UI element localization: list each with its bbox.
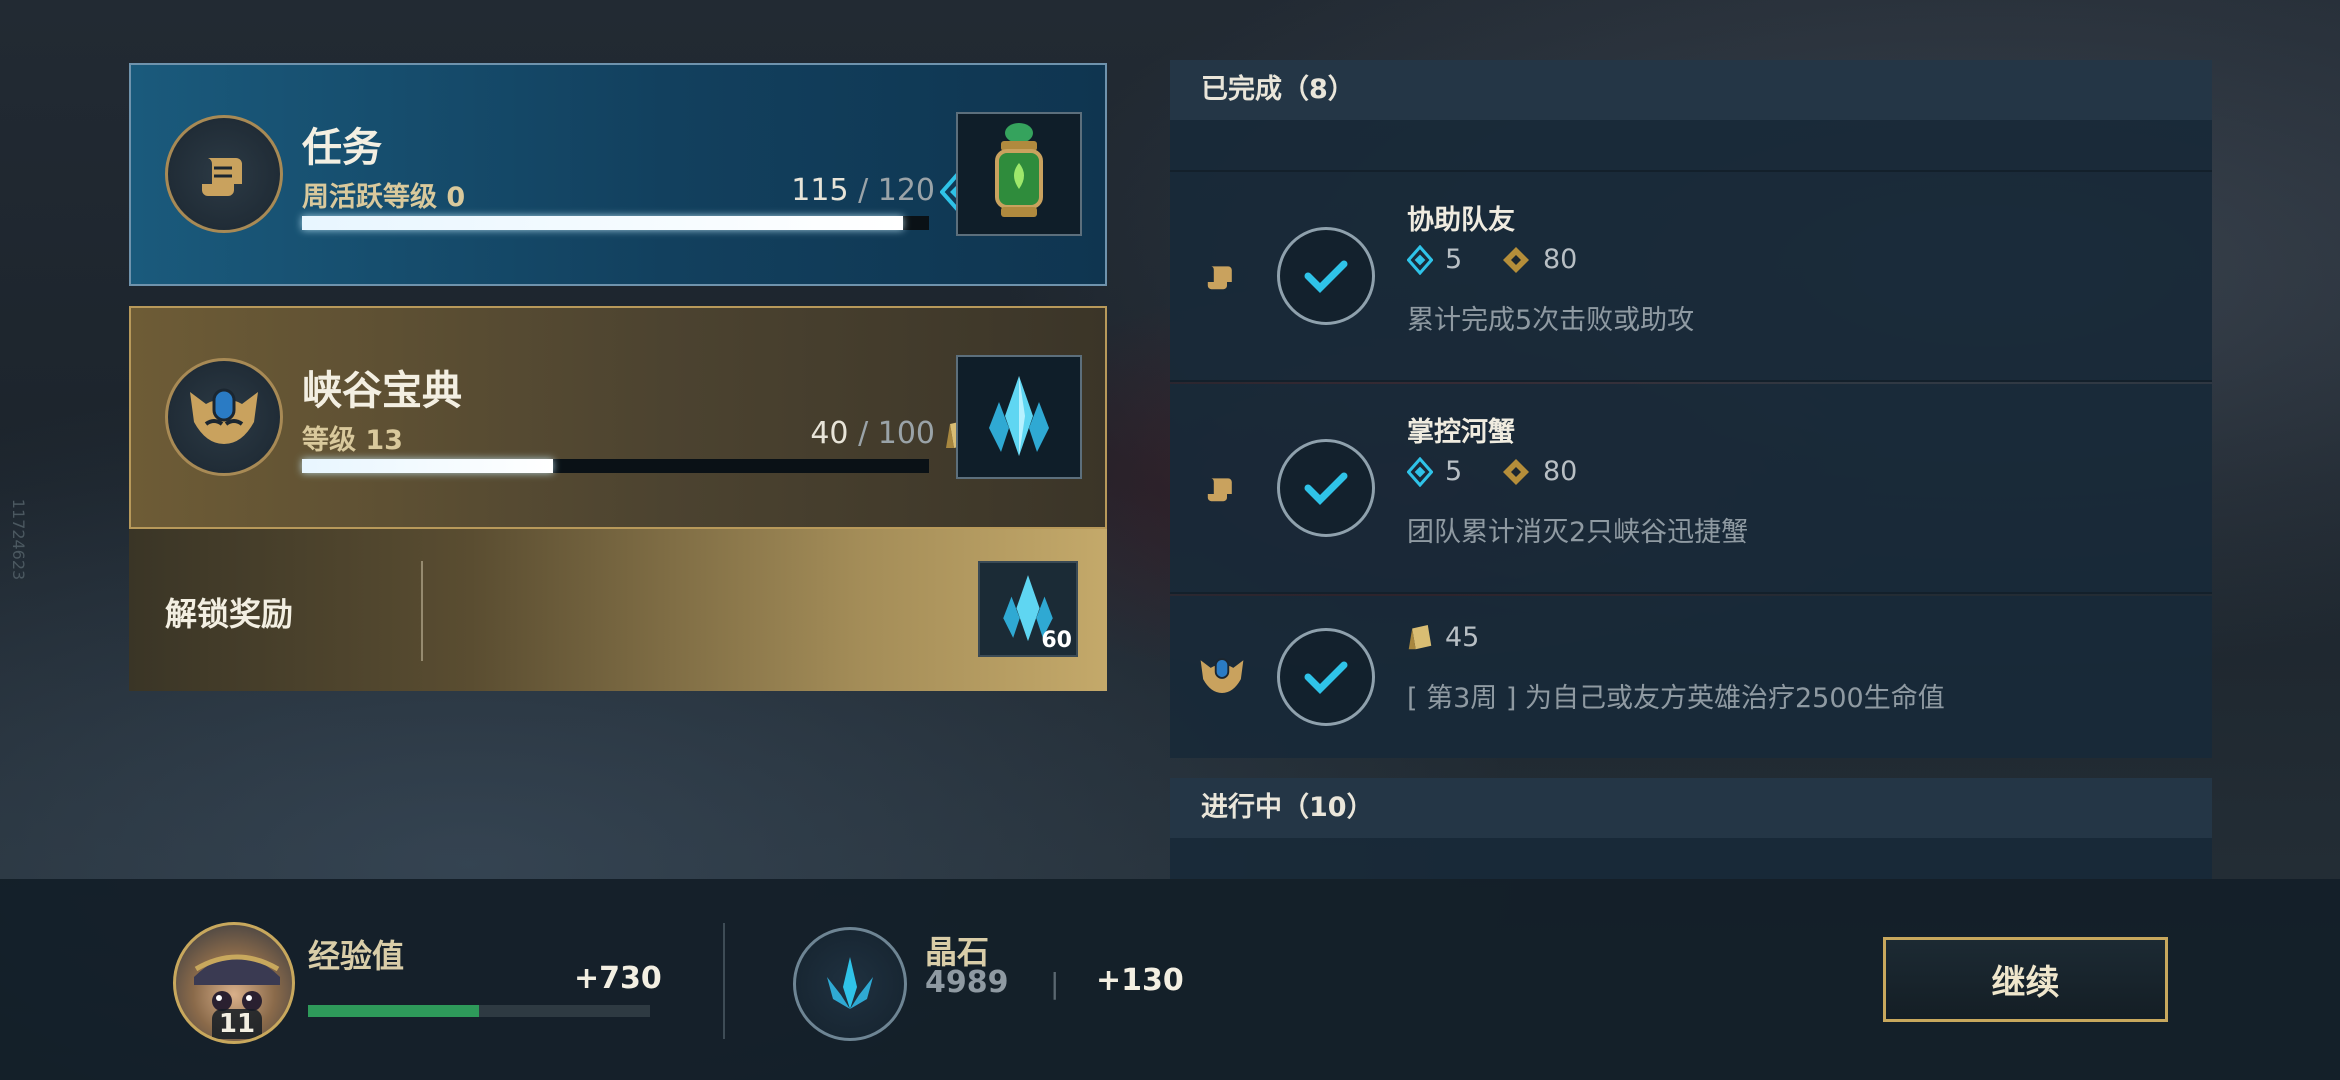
task-description: 团队累计消灭2只峡谷迅捷蟹 xyxy=(1407,517,1749,548)
unlock-label: 解锁奖励 xyxy=(165,595,294,633)
pass-subtitle: 等级 13 xyxy=(302,425,403,456)
avatar[interactable]: 11 xyxy=(173,922,295,1044)
pass-card[interactable]: 峡谷宝典 等级 13 40 / 100 xyxy=(129,306,1107,529)
task-title: 掌控河蟹 xyxy=(1407,417,1515,448)
crystal-emblem xyxy=(793,927,907,1041)
unlock-divider xyxy=(421,561,423,661)
crystal-icon xyxy=(989,376,1049,456)
completed-check-icon xyxy=(1277,439,1375,537)
crystal-gain: +130 xyxy=(1096,963,1184,998)
task-rewards: 45 xyxy=(1407,622,1479,653)
quest-progress-bar xyxy=(302,216,929,230)
quest-subtitle: 周活跃等级 0 xyxy=(302,182,466,213)
task-rewards: 5 80 xyxy=(1407,244,1577,275)
scroll-icon xyxy=(1203,258,1239,298)
pass-progress-fill xyxy=(302,459,553,473)
activity-points-icon xyxy=(1407,244,1433,275)
pass-title: 峡谷宝典 xyxy=(302,368,462,414)
xp-bar xyxy=(308,1005,650,1017)
section-divider xyxy=(723,923,725,1039)
crystal-total: 4989 xyxy=(925,965,1009,1000)
task-description: 累计完成5次击败或助攻 xyxy=(1407,305,1695,336)
xp-bar-fill xyxy=(308,1005,479,1017)
pass-emblem xyxy=(165,358,283,476)
completed-header: 已完成（8） xyxy=(1170,60,2212,120)
quest-title: 任务 xyxy=(302,125,382,171)
task-rewards: 5 80 xyxy=(1407,456,1577,487)
task-description: [ 第3周 ] 为自己或友方英雄治疗2500生命值 xyxy=(1407,683,1945,714)
currency-icon xyxy=(1503,458,1529,485)
quest-progress-text: 115 / 120 xyxy=(791,173,935,208)
quest-progress-fill xyxy=(302,216,903,230)
completed-check-icon xyxy=(1277,628,1375,726)
scroll-icon xyxy=(1203,470,1239,510)
unlock-reward-item[interactable]: 60 xyxy=(978,561,1078,657)
quest-card[interactable]: 任务 周活跃等级 0 115 / 120 xyxy=(129,63,1107,286)
level-badge: 11 xyxy=(212,1009,262,1039)
pass-progress-text: 40 / 100 xyxy=(810,416,935,451)
quest-reward-box[interactable] xyxy=(956,112,1082,236)
poro-mask-icon xyxy=(190,388,258,444)
side-watermark: 11724623 xyxy=(9,498,29,581)
poro-mask-icon xyxy=(1196,654,1248,702)
task-title: 协助队友 xyxy=(1407,205,1515,236)
unlock-reward-strip[interactable]: 解锁奖励 60 xyxy=(129,529,1107,691)
pass-reward-box[interactable] xyxy=(956,355,1082,479)
unlock-reward-count: 60 xyxy=(1041,628,1072,653)
task-row[interactable]: 掌控河蟹 5 80 团队累计消灭2只峡谷迅捷蟹 xyxy=(1170,384,2212,594)
continue-button[interactable]: 继续 xyxy=(1883,937,2168,1022)
xp-label: 经验值 xyxy=(308,937,405,975)
task-row[interactable]: 45 [ 第3周 ] 为自己或友方英雄治疗2500生命值 xyxy=(1170,596,2212,758)
completed-check-icon xyxy=(1277,227,1375,325)
pass-points-icon xyxy=(1408,624,1432,649)
in-progress-list[interactable] xyxy=(1170,838,2212,879)
pass-progress-bar xyxy=(302,459,929,473)
task-row[interactable]: 协助队友 5 80 累计完成5次击败或助攻 xyxy=(1170,172,2212,382)
currency-icon xyxy=(1503,246,1529,273)
completed-spacer xyxy=(1170,120,2212,172)
in-progress-header: 进行中（10） xyxy=(1170,778,2212,838)
crystal-icon xyxy=(827,957,873,1009)
lantern-icon xyxy=(995,123,1043,217)
crystal-separator: | xyxy=(1050,967,1060,1000)
scroll-icon xyxy=(202,158,242,196)
xp-gain: +730 xyxy=(574,961,662,996)
activity-points-icon xyxy=(1407,456,1433,487)
quest-emblem xyxy=(165,115,283,233)
